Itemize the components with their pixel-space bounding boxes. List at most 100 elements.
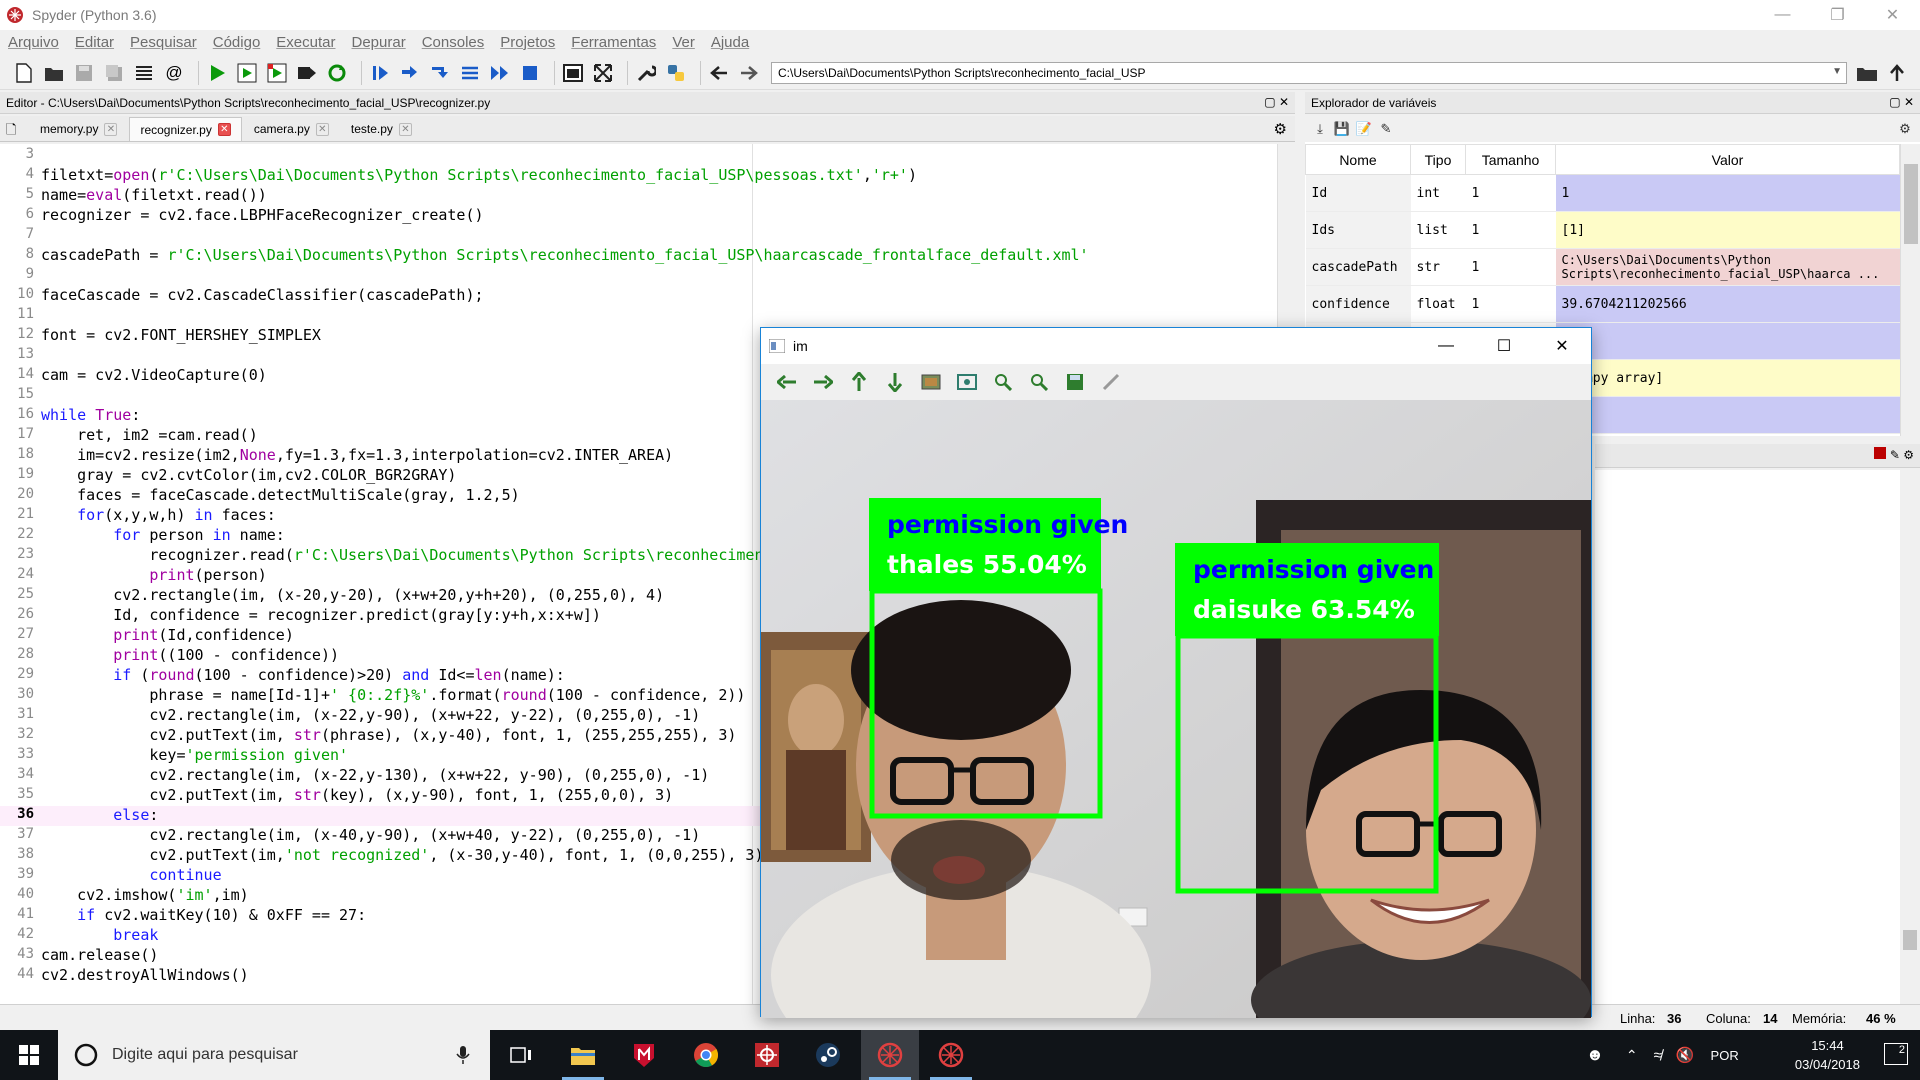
mcafee-icon[interactable] — [615, 1030, 673, 1080]
import-data-icon[interactable]: ⤓ — [1309, 119, 1331, 139]
col-header-tipo[interactable]: Tipo — [1410, 144, 1466, 175]
menu-ferramentas[interactable]: Ferramentas — [571, 34, 656, 51]
console-scrollbar[interactable] — [1900, 470, 1920, 1004]
save-all-icon[interactable] — [102, 61, 126, 85]
close-tab-icon[interactable]: ✕ — [398, 122, 412, 136]
tab-teste[interactable]: teste.py ✕ — [341, 117, 422, 141]
menu-ajuda[interactable]: Ajuda — [711, 34, 749, 51]
close-tab-icon[interactable]: ✕ — [217, 123, 231, 136]
variable-row[interactable]: confidence float 1 39.6704211202566 — [1305, 285, 1900, 323]
taskbar-search[interactable]: Digite aqui para pesquisar — [58, 1030, 490, 1080]
gear-icon[interactable]: ⚙ — [1903, 448, 1914, 462]
wifi-icon[interactable]: ≉ — [1654, 1047, 1662, 1064]
menu-arquivo[interactable]: Arquivo — [8, 34, 59, 51]
variable-row[interactable]: Ids list 1 [1] — [1305, 211, 1900, 249]
back-arrow-icon[interactable] — [707, 61, 731, 85]
save-as-icon[interactable]: 📝 — [1353, 119, 1375, 139]
console-output[interactable] — [1595, 470, 1920, 1004]
file-explorer-icon[interactable] — [554, 1030, 612, 1080]
erase-icon[interactable]: ✎ — [1375, 119, 1397, 139]
clear-console-icon[interactable]: ✎ — [1890, 448, 1900, 462]
pane-undock-close-icon[interactable]: ▢ ✕ — [1264, 95, 1289, 109]
minimize-button[interactable]: — — [1417, 328, 1475, 364]
spyder-window-icon[interactable] — [922, 1030, 980, 1080]
fullscreen-icon[interactable] — [591, 61, 615, 85]
gear-icon[interactable]: ⚙ — [1894, 119, 1916, 139]
tab-camera[interactable]: camera.py ✕ — [244, 117, 339, 141]
menu-codigo[interactable]: Código — [213, 34, 261, 51]
zoom-out-icon[interactable] — [1021, 368, 1057, 396]
run-cell-advance-icon[interactable] — [265, 61, 289, 85]
notification-icon[interactable]: 2 — [1884, 1043, 1908, 1065]
menu-projetos[interactable]: Projetos — [500, 34, 555, 51]
image-icon[interactable] — [913, 368, 949, 396]
browse-folder-icon[interactable] — [1855, 61, 1879, 85]
zoom-in-icon[interactable] — [985, 368, 1021, 396]
pane-undock-close-icon[interactable]: ▢ ✕ — [1889, 95, 1914, 109]
new-file-icon[interactable] — [12, 61, 36, 85]
variable-row[interactable]: cascadePath str 1 C:\Users\Dai\Documents\Py… — [1305, 248, 1900, 286]
taskbar-clock[interactable]: 15:44 03/04/2018 — [1795, 1036, 1860, 1074]
working-directory-input[interactable]: C:\Users\Dai\Documents\Python Scripts\re… — [771, 61, 1847, 84]
col-header-valor[interactable]: Valor — [1555, 144, 1900, 175]
menu-editar[interactable]: Editar — [75, 34, 114, 51]
task-view-icon[interactable] — [492, 1030, 550, 1080]
close-tab-icon[interactable]: ✕ — [315, 122, 329, 136]
run-icon[interactable] — [205, 61, 229, 85]
close-button[interactable]: ✕ — [1865, 0, 1920, 30]
at-icon[interactable]: @ — [162, 61, 186, 85]
arrow-up-icon[interactable] — [841, 368, 877, 396]
debug-icon[interactable] — [368, 61, 392, 85]
maximize-pane-icon[interactable] — [561, 61, 585, 85]
close-button[interactable]: ✕ — [1533, 328, 1591, 364]
arrow-right-icon[interactable] — [805, 368, 841, 396]
microphone-icon[interactable] — [456, 1045, 470, 1065]
properties-icon[interactable] — [1093, 368, 1129, 396]
list-icon[interactable] — [132, 61, 156, 85]
tab-recognizer[interactable]: recognizer.py ✕ — [129, 117, 242, 141]
python-path-icon[interactable] — [664, 61, 688, 85]
people-icon[interactable]: ☻ — [1586, 1045, 1604, 1065]
arrow-down-icon[interactable] — [877, 368, 913, 396]
rerun-icon[interactable] — [325, 61, 349, 85]
chrome-icon[interactable] — [677, 1030, 735, 1080]
variables-scrollbar[interactable] — [1900, 144, 1920, 436]
wrench-icon[interactable] — [634, 61, 658, 85]
col-header-tamanho[interactable]: Tamanho — [1465, 144, 1556, 175]
minimize-button[interactable]: — — [1755, 0, 1810, 30]
browse-tabs-icon[interactable]: 🗋 — [6, 121, 16, 143]
save-icon[interactable] — [72, 61, 96, 85]
step-icon[interactable] — [398, 61, 422, 85]
menu-executar[interactable]: Executar — [276, 34, 335, 51]
col-header-nome[interactable]: Nome — [1305, 144, 1411, 175]
language-indicator[interactable]: POR — [1711, 1048, 1739, 1063]
stop-icon[interactable] — [518, 61, 542, 85]
arrow-left-icon[interactable] — [769, 368, 805, 396]
chevron-up-icon[interactable]: ⌃ — [1626, 1047, 1638, 1064]
maximize-button[interactable]: ❐ — [1810, 0, 1865, 30]
menu-depurar[interactable]: Depurar — [352, 34, 406, 51]
steam-icon[interactable] — [799, 1030, 857, 1080]
maximize-button[interactable]: ☐ — [1475, 328, 1533, 364]
tab-memory[interactable]: memory.py ✕ — [30, 117, 127, 141]
close-tab-icon[interactable]: ✕ — [104, 122, 118, 136]
parent-dir-icon[interactable] — [1885, 61, 1909, 85]
save-image-icon[interactable] — [1057, 368, 1093, 396]
volume-icon[interactable]: 🔇 — [1676, 1046, 1695, 1064]
run-cell-icon[interactable] — [235, 61, 259, 85]
forward-arrow-icon[interactable] — [737, 61, 761, 85]
chevron-down-icon[interactable]: ▼ — [1832, 66, 1842, 77]
gear-icon[interactable]: ⚙ — [1274, 120, 1287, 138]
menu-pesquisar[interactable]: Pesquisar — [130, 34, 197, 51]
menu-consoles[interactable]: Consoles — [422, 34, 485, 51]
save-data-icon[interactable]: 💾 — [1331, 119, 1353, 139]
image-window[interactable]: im — ☐ ✕ permission given thales 55.04% … — [760, 327, 1592, 1018]
stop-console-icon[interactable] — [1874, 447, 1887, 459]
run-selection-icon[interactable] — [295, 61, 319, 85]
variable-row[interactable]: Id int 1 1 — [1305, 174, 1900, 212]
zoom-fit-icon[interactable] — [949, 368, 985, 396]
continue-icon[interactable] — [488, 61, 512, 85]
spyder-taskbar-icon[interactable] — [738, 1030, 796, 1080]
menu-ver[interactable]: Ver — [672, 34, 695, 51]
image-window-titlebar[interactable]: im — ☐ ✕ — [761, 328, 1591, 364]
